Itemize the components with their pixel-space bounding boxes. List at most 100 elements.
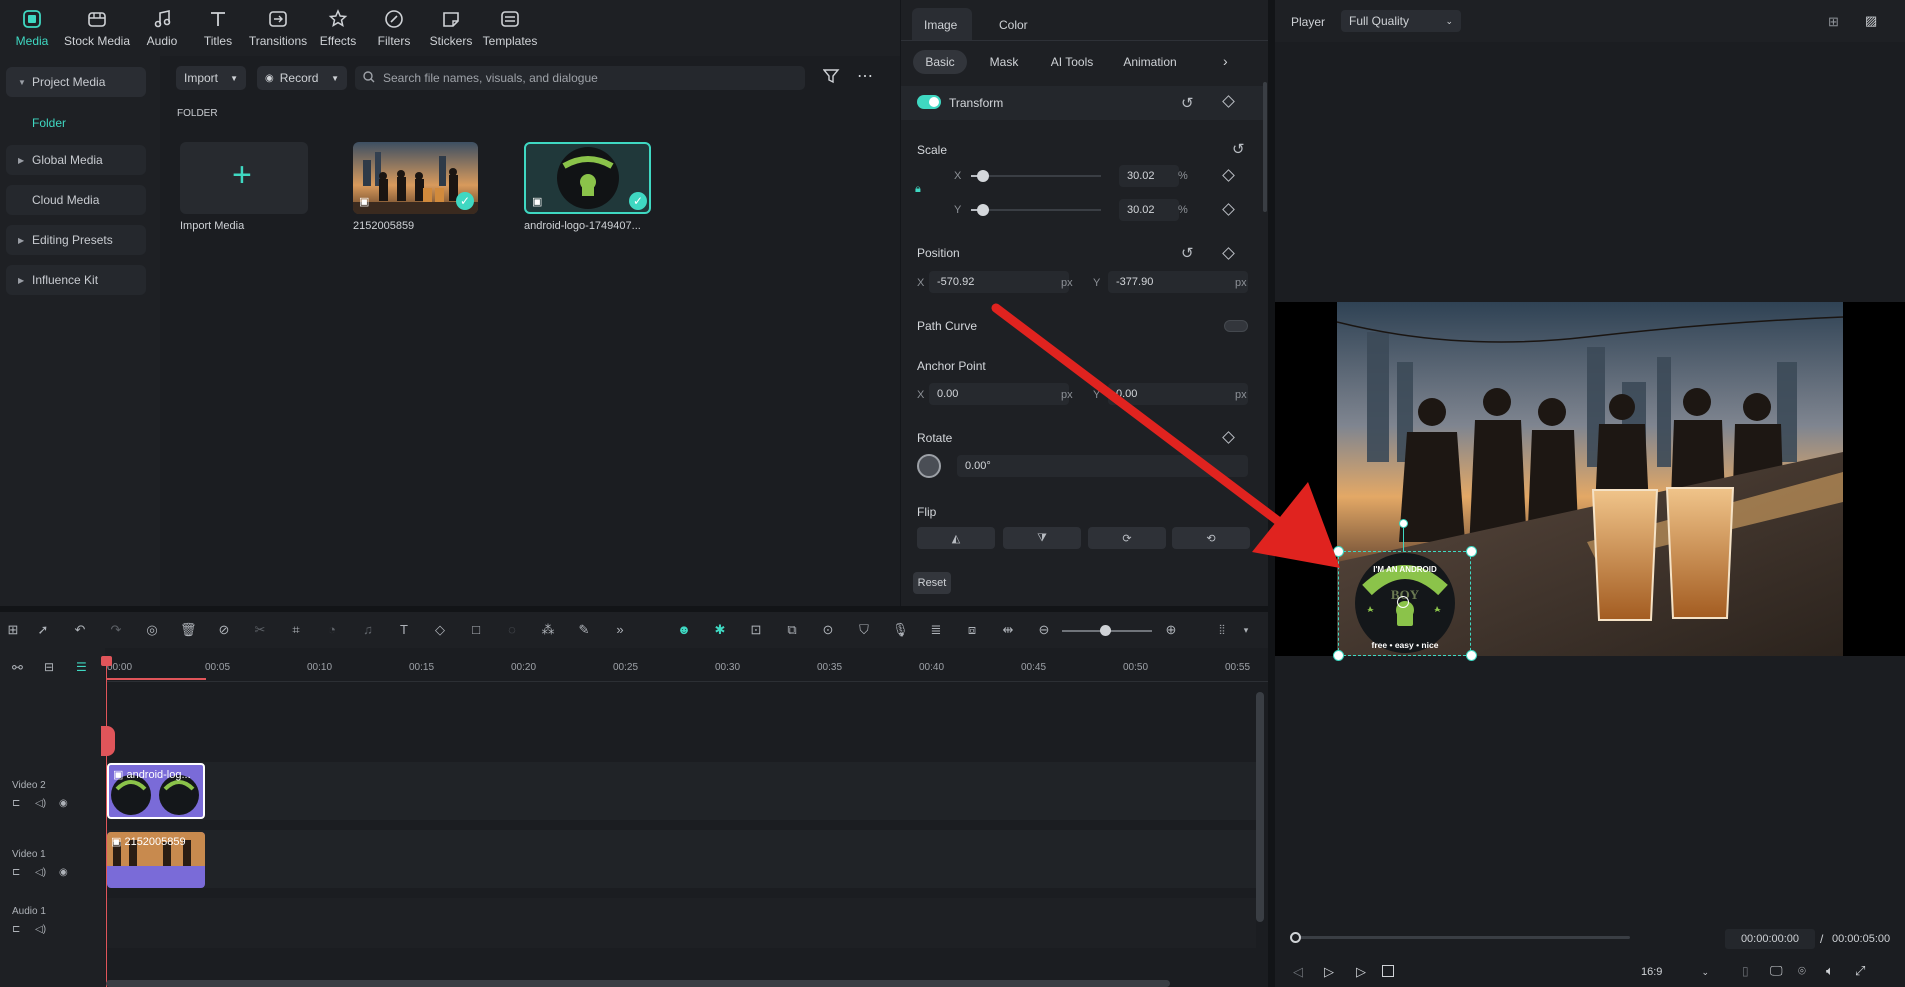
sidebar-item-global-media[interactable]: ▶ Global Media: [6, 145, 146, 175]
playhead-handle[interactable]: [101, 726, 115, 756]
snap-icon[interactable]: ✱: [712, 622, 728, 638]
tab-image[interactable]: Image: [924, 18, 957, 32]
folder-icon[interactable]: ⊏: [12, 798, 20, 809]
tool-media[interactable]: Media: [0, 8, 67, 48]
link-icon[interactable]: ⚯: [12, 660, 23, 676]
resize-handle-bottom-left[interactable]: [1333, 650, 1344, 661]
scale-x-slider[interactable]: [971, 170, 1101, 182]
sidebar-item-editing-presets[interactable]: ▶ Editing Presets: [6, 225, 146, 255]
record-dropdown[interactable]: ◉ Record ▼: [257, 66, 347, 90]
stop-icon[interactable]: [1382, 965, 1394, 977]
image-preview-icon[interactable]: ▨: [1865, 13, 1877, 29]
fit-icon[interactable]: ⇹: [1000, 622, 1016, 638]
scale-x-input[interactable]: 30.02: [1119, 165, 1179, 187]
subtab-basic[interactable]: Basic: [913, 50, 967, 74]
grid-view-icon[interactable]: ⊞: [1828, 14, 1839, 30]
select-tool-icon[interactable]: ➚: [35, 622, 51, 638]
subtab-mask[interactable]: Mask: [979, 50, 1029, 74]
rotate-dial[interactable]: [917, 454, 941, 478]
rotation-handle[interactable]: [1399, 519, 1408, 528]
scale-y-input[interactable]: 30.02: [1119, 199, 1179, 221]
play-icon[interactable]: ▷: [1356, 964, 1366, 980]
speed-icon[interactable]: ◔: [324, 622, 340, 638]
reset-button[interactable]: Reset: [913, 572, 951, 594]
snapshot-icon[interactable]: ⌾: [1798, 963, 1806, 979]
clip-android-logo[interactable]: ▣ android-log...: [107, 763, 205, 819]
aspect-ratio-dropdown[interactable]: 16:9 ⌄: [1641, 962, 1709, 982]
timeline-vertical-scrollbar[interactable]: [1256, 692, 1264, 922]
ai-tool-icon[interactable]: ◎: [144, 622, 160, 638]
crop-icon[interactable]: ⌗: [288, 622, 304, 638]
layout-icon[interactable]: ⊞: [5, 622, 21, 638]
text-icon[interactable]: T: [396, 622, 412, 638]
keyframe-icon[interactable]: [1222, 169, 1235, 182]
reset-icon[interactable]: ↺: [1181, 244, 1194, 262]
undo-icon[interactable]: ↶: [72, 622, 88, 638]
keyframe-icon[interactable]: [1222, 203, 1235, 216]
playhead-line[interactable]: [106, 658, 107, 987]
sidebar-item-cloud-media[interactable]: Cloud Media: [6, 185, 146, 215]
resize-handle-top-right[interactable]: [1466, 546, 1477, 557]
chevron-down-icon[interactable]: ▾: [1238, 622, 1254, 638]
pip-icon[interactable]: ⧈: [964, 622, 980, 638]
shield-icon[interactable]: ⛉: [856, 622, 872, 638]
music-icon[interactable]: ♫: [360, 622, 376, 638]
render-preview-icon[interactable]: ▯: [1742, 964, 1749, 978]
zoom-out-icon[interactable]: ⊖: [1036, 622, 1052, 638]
reset-icon[interactable]: ↺: [1181, 94, 1194, 112]
time-ruler[interactable]: [106, 648, 1268, 682]
delete-icon[interactable]: 🗑︎: [180, 622, 197, 638]
media-thumb-android-logo[interactable]: ▣ ✓: [524, 142, 651, 214]
transform-toggle[interactable]: [917, 95, 941, 109]
subtab-ai-tools[interactable]: AI Tools: [1041, 50, 1103, 74]
lock-icon[interactable]: 🔒︎: [915, 183, 921, 196]
sidebar-item-influence-kit[interactable]: ▶ Influence Kit: [6, 265, 146, 295]
tool-stock-media[interactable]: Stock Media: [62, 8, 132, 48]
clip-2152005859[interactable]: ▣ 2152005859: [107, 832, 205, 888]
more-tools-icon[interactable]: »: [612, 622, 628, 638]
speaker-icon[interactable]: ◁): [35, 924, 46, 935]
position-x-input[interactable]: -570.92: [929, 271, 1069, 293]
current-time[interactable]: 00:00:00:00: [1725, 929, 1815, 949]
auto-highlight-icon[interactable]: ⧉: [784, 622, 800, 638]
split-icon[interactable]: ✂: [252, 622, 268, 638]
previous-frame-icon[interactable]: ◁: [1293, 964, 1303, 980]
zoom-in-icon[interactable]: ⊕: [1163, 622, 1179, 638]
slider-knob[interactable]: [976, 204, 989, 216]
ai-assistant-icon[interactable]: ☻: [676, 622, 692, 638]
position-y-input[interactable]: -377.90: [1108, 271, 1248, 293]
flip-horizontal-button[interactable]: ◭: [917, 527, 995, 549]
tool-templates[interactable]: Templates: [475, 8, 545, 48]
search-input[interactable]: Search file names, visuals, and dialogue: [355, 66, 805, 90]
fullscreen-icon[interactable]: ⤢: [1855, 963, 1865, 979]
render-icon[interactable]: ⊙: [820, 622, 836, 638]
eye-icon[interactable]: ◉: [59, 867, 68, 878]
volume-icon[interactable]: 🔈︎: [1826, 963, 1834, 979]
playhead-knob[interactable]: [1290, 932, 1301, 943]
display-icon[interactable]: 🖵︎: [1770, 963, 1783, 979]
resize-handle-bottom-right[interactable]: [1466, 650, 1477, 661]
eye-icon[interactable]: ◉: [59, 798, 68, 809]
stabilize-icon[interactable]: ◌: [504, 622, 520, 638]
subtab-animation[interactable]: Animation: [1114, 50, 1186, 74]
effects-mix-icon[interactable]: ⁂: [540, 622, 556, 638]
shape-icon[interactable]: □: [468, 622, 484, 638]
quality-dropdown[interactable]: Full Quality ⌄: [1341, 10, 1461, 32]
slider-knob[interactable]: [976, 170, 989, 182]
playback-progress-bar[interactable]: [1290, 932, 1630, 943]
color-icon[interactable]: ◇: [432, 622, 448, 638]
props-scrollbar[interactable]: [1263, 82, 1267, 212]
marker-icon[interactable]: ⊡: [748, 622, 764, 638]
panel-divider[interactable]: [0, 606, 1270, 612]
step-forward-icon[interactable]: ▷: [1324, 964, 1334, 980]
audio-mixer-icon[interactable]: ≣: [928, 622, 944, 638]
microphone-icon[interactable]: 🎙︎: [892, 622, 909, 638]
sidebar-item-project-media[interactable]: ▼ Project Media: [6, 67, 146, 97]
folder-icon[interactable]: ⊏: [12, 924, 20, 935]
edit-icon[interactable]: ✎: [576, 622, 592, 638]
speaker-icon[interactable]: ◁): [35, 867, 46, 878]
scale-y-slider[interactable]: [971, 204, 1101, 216]
timeline-horizontal-scrollbar[interactable]: [106, 980, 1170, 987]
redo-icon[interactable]: ↷: [108, 622, 124, 638]
more-options-icon[interactable]: ⋯: [857, 66, 873, 86]
